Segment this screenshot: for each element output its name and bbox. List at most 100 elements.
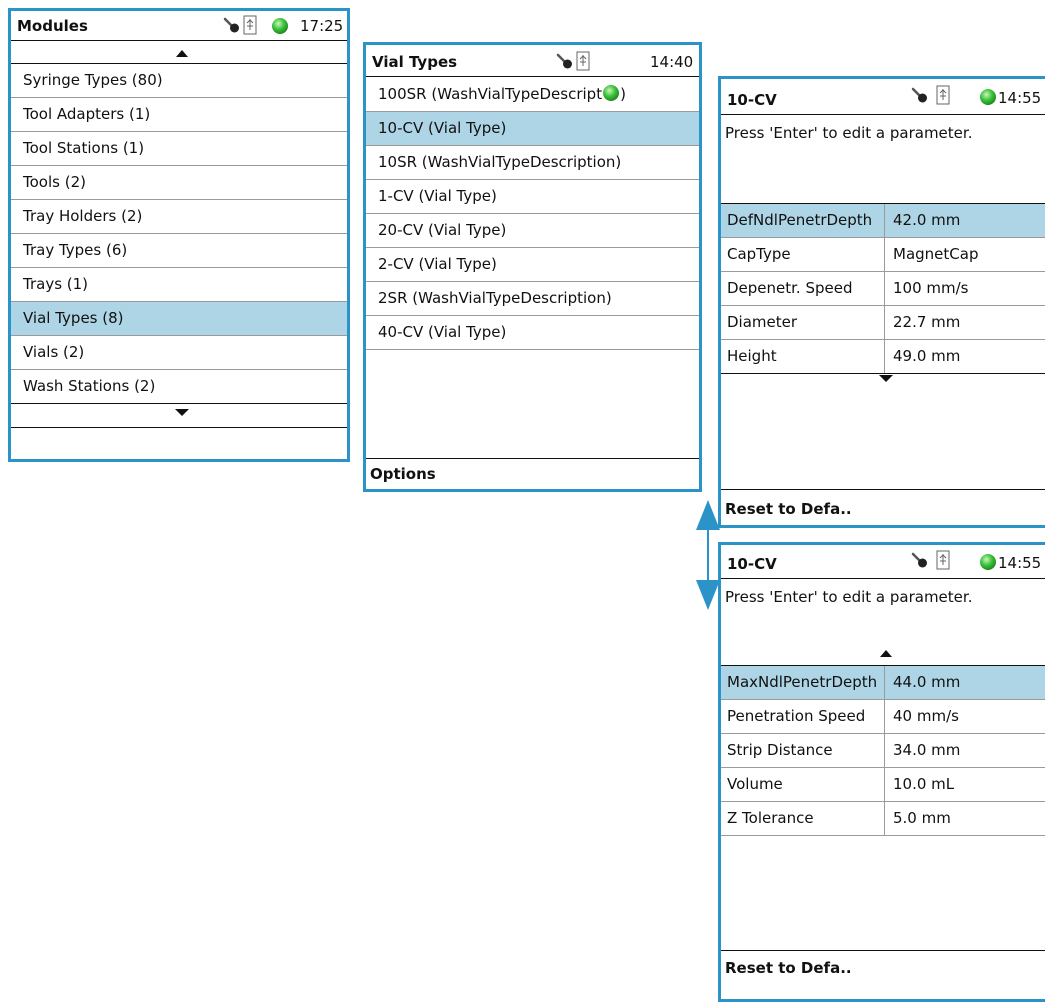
list-item-label: Tool Adapters (1) [23, 105, 151, 123]
param-value: 10.0 mL [893, 775, 955, 793]
list-item-selected[interactable]: Vial Types (8) [11, 302, 347, 336]
detail-panel-bottom: 10-CV 14:55 Press 'Enter' to edit a para… [718, 542, 1045, 1002]
param-row[interactable]: DefNdlPenetrDepth 42.0 mm [721, 204, 1045, 238]
param-name: Penetration Speed [727, 707, 866, 725]
divider [721, 578, 1045, 579]
param-name: DefNdlPenetrDepth [727, 211, 873, 229]
param-row[interactable]: Strip Distance 34.0 mm [721, 734, 1045, 768]
key-icon [556, 53, 572, 69]
param-value: MagnetCap [893, 245, 979, 263]
key-icon [911, 552, 927, 568]
list-item[interactable]: Tool Stations (1) [11, 132, 347, 166]
vial-types-header: Vial Types 14:40 [366, 45, 699, 77]
clock: 14:55 [998, 89, 1042, 107]
param-value: 40 mm/s [893, 707, 959, 725]
param-value: 22.7 mm [893, 313, 961, 331]
vial-types-panel: Vial Types 14:40 100SR (WashVialTypeDesc… [363, 42, 702, 492]
list-item[interactable]: 40-CV (Vial Type) [366, 316, 699, 350]
scroll-up-arrow-icon[interactable] [176, 50, 188, 57]
status-led-icon [603, 85, 620, 101]
page-title: Modules [17, 17, 88, 35]
param-name: Height [727, 347, 777, 365]
list-item-label: Wash Stations (2) [23, 377, 156, 395]
reset-to-defaults-softkey[interactable]: Reset to Defa.. [721, 950, 1045, 984]
param-row[interactable]: Height 49.0 mm [721, 340, 1045, 374]
param-row[interactable]: Z Tolerance 5.0 mm [721, 802, 1045, 836]
key-icon [223, 17, 239, 33]
list-item[interactable]: 1-CV (Vial Type) [366, 180, 699, 214]
list-item[interactable]: 2-CV (Vial Type) [366, 248, 699, 282]
key-icon [911, 87, 927, 103]
list-item-label: Tools (2) [23, 173, 86, 191]
param-row[interactable]: Depenetr. Speed 100 mm/s [721, 272, 1045, 306]
modules-panel: Modules 17:25 Syringe Types (80) Tool Ad… [8, 8, 350, 462]
param-row[interactable]: Penetration Speed 40 mm/s [721, 700, 1045, 734]
status-led-icon [980, 89, 996, 105]
list-item-label: Tray Holders (2) [23, 207, 143, 225]
usb-icon [936, 550, 950, 570]
instruction-text: Press 'Enter' to edit a parameter. [725, 124, 973, 142]
list-item-label-end: ) [620, 85, 626, 103]
param-value: 42.0 mm [893, 211, 961, 229]
list-item[interactable]: Tools (2) [11, 166, 347, 200]
page-title: 10-CV [727, 91, 777, 109]
status-led-icon [980, 554, 996, 570]
param-value: 5.0 mm [893, 809, 951, 827]
list-item[interactable]: 100SR (WashVialTypeDescript) [366, 78, 699, 112]
list-item[interactable]: Tray Holders (2) [11, 200, 347, 234]
page-title: 10-CV [727, 555, 777, 573]
detail-panel-top: 10-CV 14:55 Press 'Enter' to edit a para… [718, 76, 1045, 528]
divider [11, 427, 347, 428]
list-item[interactable]: Wash Stations (2) [11, 370, 347, 404]
detail-header: 10-CV 14:55 [721, 545, 1045, 578]
list-item-selected[interactable]: 10-CV (Vial Type) [366, 112, 699, 146]
list-item-label: Tray Types (6) [23, 241, 128, 259]
param-name: Strip Distance [727, 741, 833, 759]
list-item[interactable]: Tool Adapters (1) [11, 98, 347, 132]
list-item[interactable]: Trays (1) [11, 268, 347, 302]
list-item[interactable]: 2SR (WashVialTypeDescription) [366, 282, 699, 316]
param-name: Depenetr. Speed [727, 279, 853, 297]
list-item-label: 40-CV (Vial Type) [378, 323, 507, 341]
list-item[interactable]: 10SR (WashVialTypeDescription) [366, 146, 699, 180]
param-row[interactable]: MaxNdlPenetrDepth 44.0 mm [721, 666, 1045, 700]
page-title: Vial Types [372, 53, 458, 71]
reset-to-defaults-softkey[interactable]: Reset to Defa.. [721, 489, 1045, 525]
param-value: 34.0 mm [893, 741, 961, 759]
scroll-down-arrow-icon[interactable] [175, 409, 189, 416]
list-item-label: Vials (2) [23, 343, 85, 361]
param-row[interactable]: Diameter 22.7 mm [721, 306, 1045, 340]
scroll-down-arrow-icon[interactable] [879, 375, 893, 382]
list-item[interactable]: Vials (2) [11, 336, 347, 370]
usb-icon [243, 15, 257, 35]
param-value: 49.0 mm [893, 347, 961, 365]
list-item[interactable]: Tray Types (6) [11, 234, 347, 268]
list-item-label: Syringe Types (80) [23, 71, 163, 89]
list-item[interactable]: Syringe Types (80) [11, 64, 347, 98]
param-value: 44.0 mm [893, 673, 961, 691]
param-value: 100 mm/s [893, 279, 969, 297]
clock: 17:25 [300, 17, 344, 35]
param-row[interactable]: Volume 10.0 mL [721, 768, 1045, 802]
list-item-label: 10SR (WashVialTypeDescription) [378, 153, 622, 171]
detail-header: 10-CV 14:55 [721, 79, 1045, 112]
param-name: CapType [727, 245, 791, 263]
usb-icon [576, 51, 590, 71]
param-row[interactable]: CapType MagnetCap [721, 238, 1045, 272]
list-item-label: Vial Types (8) [23, 309, 124, 327]
list-item-label: Tool Stations (1) [23, 139, 145, 157]
list-item-label: 10-CV (Vial Type) [378, 119, 507, 137]
param-name: Diameter [727, 313, 798, 331]
param-name: MaxNdlPenetrDepth [727, 673, 878, 691]
clock: 14:55 [998, 554, 1042, 572]
list-item[interactable]: 20-CV (Vial Type) [366, 214, 699, 248]
instruction-text: Press 'Enter' to edit a parameter. [725, 588, 973, 606]
param-name: Z Tolerance [727, 809, 814, 827]
modules-header: Modules 17:25 [11, 11, 347, 41]
list-item-label: Trays (1) [23, 275, 89, 293]
clock: 14:40 [650, 53, 694, 71]
scroll-up-arrow-icon[interactable] [880, 650, 892, 657]
param-name: Volume [727, 775, 783, 793]
options-softkey[interactable]: Options [366, 458, 699, 489]
status-led-icon [272, 18, 288, 34]
